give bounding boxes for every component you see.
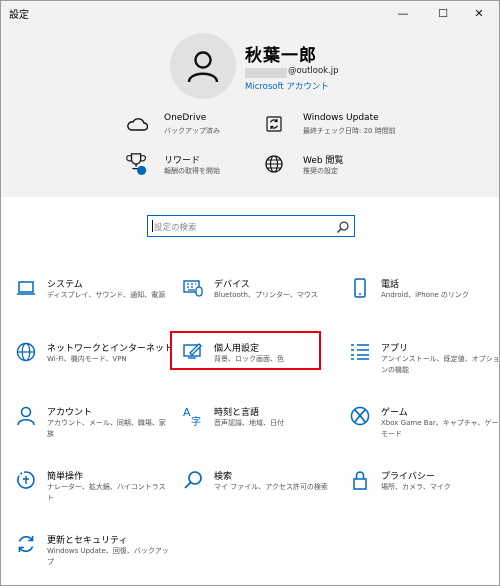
category-devices[interactable]: デバイス Bluetooth、プリンター、マウス bbox=[182, 277, 337, 317]
email-redaction bbox=[245, 68, 287, 78]
category-accounts[interactable]: アカウント アカウント、メール、同期、職場、家族 bbox=[15, 405, 170, 445]
refresh-icon bbox=[263, 113, 285, 135]
category-description: Windows Update、回復、バックアップ bbox=[47, 547, 169, 566]
category-description: Wi-Fi、機内モード、VPN bbox=[47, 355, 127, 363]
laptop-icon bbox=[15, 277, 37, 299]
window-title: 設定 bbox=[9, 10, 29, 21]
category-ease-of-access[interactable]: 簡単操作 ナレーター、拡大鏡、ハイコントラスト bbox=[15, 469, 170, 509]
category-title: ネットワークとインターネット bbox=[47, 344, 174, 354]
settings-search-box[interactable]: 設定の検索 bbox=[147, 215, 355, 237]
category-system[interactable]: システム ディスプレイ、サウンド、通知、電源 bbox=[15, 277, 170, 317]
windows-update-title: Windows Update bbox=[303, 113, 379, 123]
search-placeholder: 設定の検索 bbox=[154, 223, 197, 233]
personalization-highlight-box bbox=[170, 331, 321, 370]
svg-text:A: A bbox=[183, 406, 191, 419]
rewards-status: 報酬の取得を開始 bbox=[164, 167, 220, 175]
category-update-security[interactable]: 更新とセキュリティ Windows Update、回復、バックアップ bbox=[15, 533, 170, 573]
phone-icon bbox=[349, 277, 371, 299]
category-title: アプリ bbox=[381, 344, 409, 354]
category-title: 更新とセキュリティ bbox=[47, 536, 128, 546]
category-title: 電話 bbox=[381, 280, 400, 290]
search-icon[interactable] bbox=[336, 220, 350, 234]
category-title: システム bbox=[47, 280, 83, 290]
category-title: プライバシー bbox=[381, 472, 435, 482]
close-button[interactable]: ✕ bbox=[459, 1, 499, 25]
minimize-button[interactable]: — bbox=[383, 1, 423, 25]
web-browsing-title: Web 閲覧 bbox=[303, 156, 344, 166]
category-description: Xbox Game Bar、キャプチャ、ゲーム モード bbox=[381, 419, 500, 438]
microsoft-account-link[interactable]: Microsoft アカウント bbox=[245, 80, 329, 92]
category-description: アカウント、メール、同期、職場、家族 bbox=[47, 419, 166, 438]
category-description: Android、iPhone のリンク bbox=[381, 291, 469, 299]
category-title: 時刻と言語 bbox=[214, 408, 260, 418]
svg-text:字: 字 bbox=[191, 415, 201, 427]
category-title: ゲーム bbox=[381, 408, 408, 418]
windows-update-status: 最終チェック日時: 20 時間前 bbox=[303, 127, 396, 135]
category-title: アカウント bbox=[47, 408, 93, 418]
category-description: マイ ファイル、アクセス許可の検索 bbox=[214, 483, 328, 491]
category-description: Bluetooth、プリンター、マウス bbox=[214, 291, 318, 299]
title-bar: 設定 — ☐ ✕ bbox=[1, 1, 499, 25]
maximize-button[interactable]: ☐ bbox=[423, 1, 463, 25]
category-time-language[interactable]: A字 時刻と言語 音声認識、地域、日付 bbox=[182, 405, 337, 445]
person-icon bbox=[15, 405, 37, 427]
category-gaming[interactable]: ゲーム Xbox Game Bar、キャプチャ、ゲーム モード bbox=[349, 405, 500, 445]
category-title: デバイス bbox=[214, 280, 250, 290]
search-icon bbox=[182, 469, 204, 491]
category-privacy[interactable]: プライバシー 場所、カメラ、マイク bbox=[349, 469, 499, 509]
globe-icon bbox=[15, 341, 37, 363]
category-apps[interactable]: アプリ アンインストール、既定値、オプションの機能 bbox=[349, 341, 500, 381]
category-description: アンインストール、既定値、オプションの機能 bbox=[381, 355, 500, 374]
person-icon bbox=[187, 51, 219, 83]
account-header: 秋葉一郎 @outlook.jp Microsoft アカウント OneDriv… bbox=[1, 25, 499, 197]
avatar[interactable] bbox=[170, 33, 236, 99]
cloud-icon bbox=[126, 113, 148, 135]
keyboard-icon bbox=[182, 277, 204, 299]
xbox-icon bbox=[349, 405, 371, 427]
category-network[interactable]: ネットワークとインターネット Wi-Fi、機内モード、VPN bbox=[15, 341, 174, 381]
category-description: ナレーター、拡大鏡、ハイコントラスト bbox=[47, 483, 166, 502]
rewards-title: リワード bbox=[164, 156, 201, 166]
language-icon: A字 bbox=[182, 405, 204, 427]
category-search[interactable]: 検索 マイ ファイル、アクセス許可の検索 bbox=[182, 469, 337, 509]
category-description: ディスプレイ、サウンド、通知、電源 bbox=[47, 291, 166, 299]
ease-icon bbox=[15, 469, 37, 491]
user-email: @outlook.jp bbox=[288, 66, 339, 76]
lock-icon bbox=[349, 469, 371, 491]
web-browsing-status: 推奨の設定 bbox=[303, 167, 338, 175]
settings-window: 設定 — ☐ ✕ 秋葉一郎 @outlook.jp Microsoft アカウン… bbox=[0, 0, 500, 586]
apps-list-icon bbox=[349, 341, 371, 363]
text-caret bbox=[152, 220, 153, 232]
user-name: 秋葉一郎 bbox=[245, 46, 317, 66]
category-description: 場所、カメラ、マイク bbox=[381, 483, 451, 491]
category-title: 簡単操作 bbox=[47, 472, 84, 482]
sync-icon bbox=[15, 533, 37, 555]
category-phone[interactable]: 電話 Android、iPhone のリンク bbox=[349, 277, 499, 317]
onedrive-status: バックアップ済み bbox=[164, 127, 220, 135]
globe-icon bbox=[263, 153, 285, 175]
trophy-icon bbox=[126, 153, 148, 175]
category-description: 音声認識、地域、日付 bbox=[214, 419, 284, 427]
category-title: 検索 bbox=[214, 472, 233, 482]
onedrive-title: OneDrive bbox=[164, 113, 207, 123]
